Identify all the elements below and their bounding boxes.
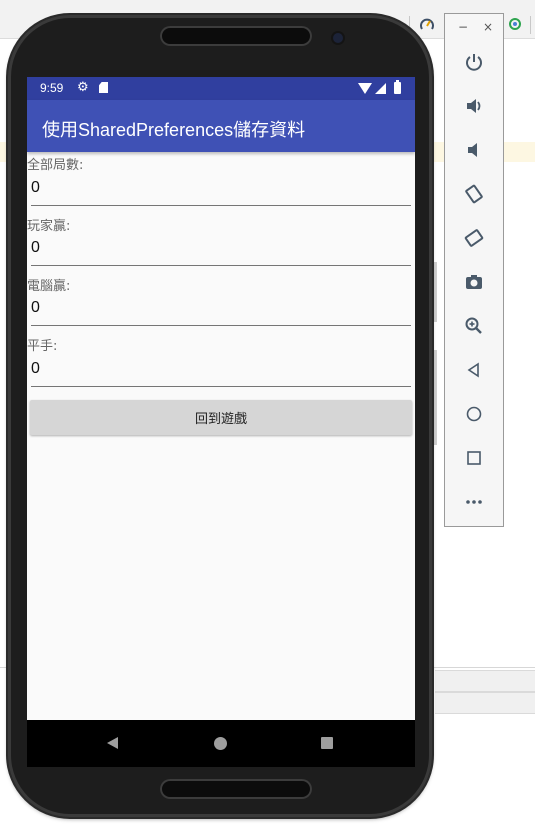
sd-card-icon [99, 82, 108, 93]
emulator-toolbar: − × [444, 13, 504, 527]
rotate-right-icon[interactable] [460, 224, 488, 252]
volume-up-icon[interactable] [460, 92, 488, 120]
gear-icon: ⚙ [77, 80, 89, 95]
home-icon[interactable] [460, 400, 488, 428]
ide-gutter [432, 262, 437, 322]
overview-icon[interactable] [460, 444, 488, 472]
minimize-button[interactable]: − [458, 20, 468, 34]
more-icon[interactable] [460, 488, 488, 516]
total-games-label: 全部局數: [27, 158, 84, 173]
profiler-icon[interactable] [420, 17, 434, 31]
rotate-left-icon[interactable] [460, 180, 488, 208]
total-games-field[interactable] [31, 175, 411, 206]
draws-field[interactable] [31, 356, 411, 387]
computer-wins-label: 電腦贏: [27, 279, 71, 294]
computer-wins-input[interactable] [31, 299, 401, 317]
phone-screen: 9:59 ⚙ 使用SharedPreferences儲存資料 全部局數: 玩家贏… [27, 77, 415, 767]
total-games-input[interactable] [31, 179, 401, 197]
camera-icon[interactable] [460, 268, 488, 296]
front-camera [333, 33, 343, 43]
player-wins-label: 玩家贏: [27, 219, 71, 234]
signal-icon [375, 83, 386, 94]
battery-icon [394, 80, 401, 94]
draws-input[interactable] [31, 360, 401, 378]
app-title: 使用SharedPreferences儲存資料 [42, 120, 306, 140]
player-wins-input[interactable] [31, 239, 401, 257]
back-icon[interactable] [460, 356, 488, 384]
bottom-speaker [160, 779, 312, 799]
power-icon[interactable] [460, 48, 488, 76]
draws-label: 平手: [27, 339, 58, 354]
recents-icon[interactable] [321, 737, 333, 749]
top-speaker [160, 26, 312, 46]
sync-icon[interactable] [508, 17, 522, 31]
app-bar: 使用SharedPreferences儲存資料 [27, 100, 415, 152]
home-icon[interactable] [214, 737, 227, 750]
back-icon[interactable] [107, 737, 118, 749]
close-button[interactable]: × [483, 20, 493, 34]
player-wins-field[interactable] [31, 235, 411, 266]
computer-wins-field[interactable] [31, 295, 411, 326]
panel-strip [435, 692, 535, 714]
zoom-icon[interactable] [460, 312, 488, 340]
navigation-bar [27, 720, 415, 767]
back-to-game-button[interactable]: 回到遊戲 [30, 400, 412, 435]
status-bar: 9:59 ⚙ [27, 77, 415, 100]
panel-strip [435, 670, 535, 692]
status-time: 9:59 [40, 81, 64, 95]
ide-gutter [432, 350, 437, 445]
volume-down-icon[interactable] [460, 136, 488, 164]
toolbar-separator [530, 16, 531, 34]
wifi-icon [358, 83, 372, 94]
